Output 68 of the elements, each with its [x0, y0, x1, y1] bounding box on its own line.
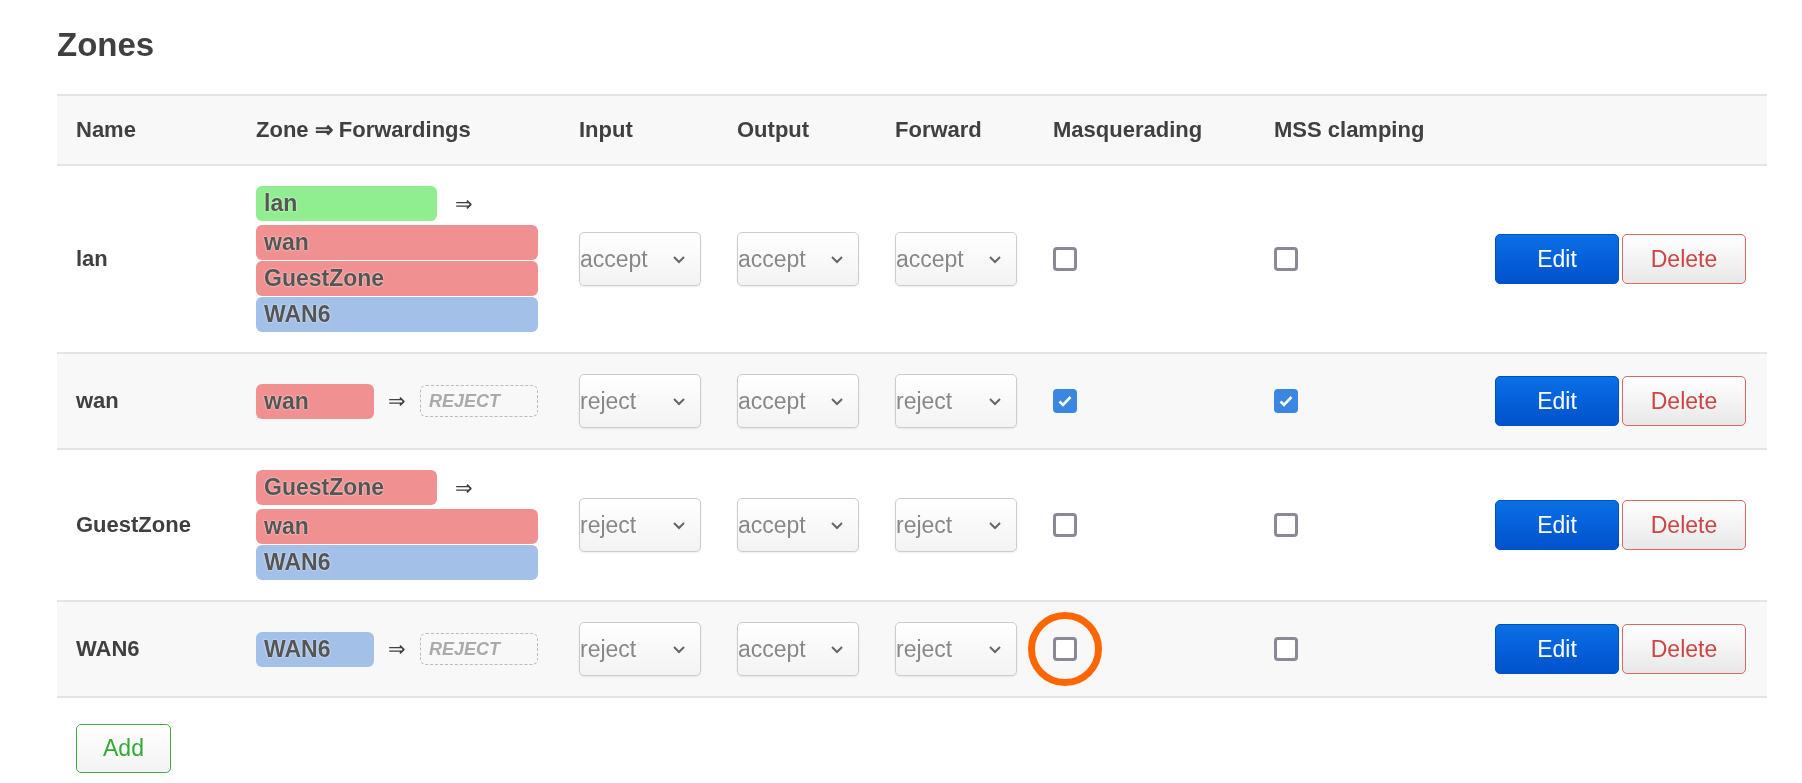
edit-button[interactable]: Edit [1495, 234, 1619, 284]
delete-button[interactable]: Delete [1622, 624, 1746, 674]
checkbox[interactable] [1274, 247, 1298, 271]
column-header: MSS clamping [1274, 117, 1425, 142]
chevron-down-icon [988, 520, 1002, 530]
dropdown[interactable]: accept [579, 232, 701, 286]
dropdown[interactable]: reject [895, 622, 1017, 676]
zone-tag: lan [256, 186, 437, 221]
dropdown[interactable]: reject [579, 498, 701, 552]
delete-button[interactable]: Delete [1622, 500, 1746, 550]
checkbox[interactable] [1053, 389, 1077, 413]
dropdown[interactable]: reject [895, 374, 1017, 428]
dropdown[interactable]: accept [737, 622, 859, 676]
zone-tag: GuestZone [256, 261, 538, 296]
zone-tag: GuestZone [256, 470, 437, 505]
zone-name: wan [76, 388, 119, 413]
column-header: Name [76, 117, 136, 142]
zone-tag: WAN6 [256, 631, 374, 667]
chevron-down-icon [672, 254, 686, 264]
chevron-down-icon [672, 520, 686, 530]
chevron-down-icon [672, 644, 686, 654]
arrow-symbol: ⇒ [387, 637, 407, 661]
edit-button[interactable]: Edit [1495, 376, 1619, 426]
column-header: Output [737, 117, 810, 142]
chevron-down-icon [988, 644, 1002, 654]
zone-tag: wan [256, 225, 538, 260]
column-header: Input [579, 117, 633, 142]
chevron-down-icon [830, 520, 844, 530]
default-policy-label: REJECT [420, 385, 538, 417]
chevron-down-icon [988, 254, 1002, 264]
column-header: Masquerading [1053, 117, 1203, 142]
zone-tag: WAN6 [256, 297, 538, 332]
dropdown[interactable]: reject [895, 498, 1017, 552]
edit-button[interactable]: Edit [1495, 624, 1619, 674]
arrow-symbol: ⇒ [454, 475, 474, 500]
checkbox[interactable] [1274, 513, 1298, 537]
default-policy-label: REJECT [420, 633, 538, 665]
zone-name: WAN6 [76, 636, 140, 661]
arrow-symbol: ⇒ [454, 191, 474, 216]
dropdown[interactable]: reject [579, 622, 701, 676]
column-header: Forward [895, 117, 982, 142]
dropdown[interactable]: accept [737, 498, 859, 552]
add-button[interactable]: Add [76, 724, 171, 773]
dropdown[interactable]: accept [737, 374, 859, 428]
zone-tag: WAN6 [256, 545, 538, 580]
chevron-down-icon [830, 644, 844, 654]
dropdown[interactable]: accept [895, 232, 1017, 286]
zone-tag: wan [256, 509, 538, 544]
zone-name: GuestZone [76, 512, 191, 537]
delete-button[interactable]: Delete [1622, 234, 1746, 284]
edit-button[interactable]: Edit [1495, 500, 1619, 550]
checkbox[interactable] [1274, 389, 1298, 413]
section-title: Zones [57, 26, 156, 64]
zone-tag: wan [256, 383, 374, 419]
chevron-down-icon [830, 254, 844, 264]
zone-name: lan [76, 246, 108, 271]
checkbox[interactable] [1053, 247, 1077, 271]
arrow-symbol: ⇒ [387, 389, 407, 413]
checkbox[interactable] [1053, 637, 1077, 661]
checkbox[interactable] [1274, 637, 1298, 661]
column-header: Zone ⇒ Forwardings [256, 117, 471, 142]
chevron-down-icon [988, 396, 1002, 406]
chevron-down-icon [830, 396, 844, 406]
chevron-down-icon [672, 396, 686, 406]
delete-button[interactable]: Delete [1622, 376, 1746, 426]
checkbox[interactable] [1053, 513, 1077, 537]
dropdown[interactable]: reject [579, 374, 701, 428]
dropdown[interactable]: accept [737, 232, 859, 286]
